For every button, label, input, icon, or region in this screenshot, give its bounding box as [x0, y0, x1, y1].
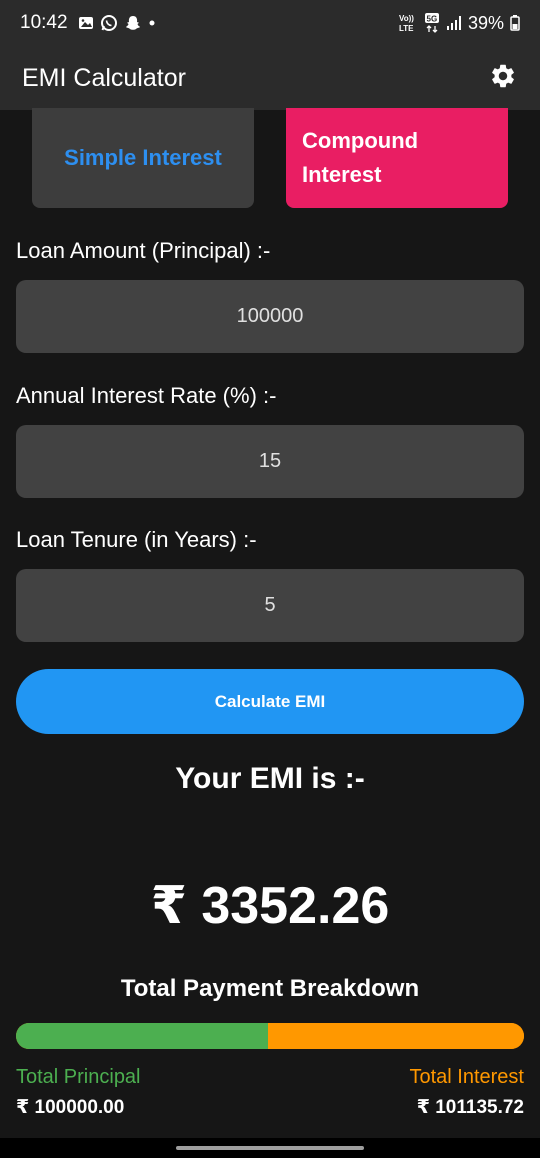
svg-text:LTE: LTE [399, 24, 414, 33]
tenure-input[interactable] [16, 569, 524, 642]
gallery-icon [78, 15, 94, 31]
simple-interest-label: Simple Interest [64, 145, 222, 170]
calculate-emi-button[interactable]: Calculate EMI [16, 669, 524, 734]
total-interest-amount: ₹ 101135.72 [416, 1097, 524, 1118]
volte-icon: Vo)) LTE [398, 12, 418, 34]
app-bar: EMI Calculator [0, 46, 540, 110]
compound-interest-button[interactable]: Compound Interest [286, 108, 508, 208]
total-principal-label: Total Principal [16, 1066, 141, 1088]
home-indicator[interactable] [176, 1146, 364, 1150]
payment-breakdown-bar [16, 1023, 524, 1049]
principal-input[interactable] [16, 280, 524, 353]
emi-value: ₹ 3352.26 [150, 877, 390, 935]
settings-button[interactable] [488, 63, 518, 93]
signal-icon [446, 15, 462, 31]
dot-icon [148, 19, 156, 27]
emi-heading: Your EMI is :- [175, 762, 365, 795]
emi-calculator-screen: 10:42 Vo)) LTE 5G 39% EMI Calculator Sim… [0, 0, 540, 1158]
simple-interest-button[interactable]: Simple Interest [32, 108, 254, 208]
snapchat-icon [124, 14, 142, 32]
status-bar: 10:42 Vo)) LTE 5G 39% [0, 0, 540, 46]
svg-text:5G: 5G [426, 15, 437, 24]
breakdown-title: Total Payment Breakdown [120, 975, 420, 1002]
tenure-label: Loan Tenure (in Years) :- [16, 527, 257, 552]
navigation-bar [0, 1138, 540, 1158]
total-principal-amount: ₹ 100000.00 [16, 1097, 125, 1118]
principal-label: Loan Amount (Principal) :- [16, 238, 271, 263]
status-right-group: Vo)) LTE 5G 39% [398, 12, 520, 34]
interest-bar-segment [268, 1023, 524, 1049]
whatsapp-icon [100, 14, 118, 32]
gear-icon [489, 62, 517, 95]
svg-text:Vo)): Vo)) [399, 14, 414, 23]
total-interest-label: Total Interest [409, 1066, 524, 1088]
battery-icon [510, 15, 520, 31]
principal-bar-segment [16, 1023, 269, 1049]
compound-interest-label: Compound Interest [302, 128, 419, 187]
interest-rate-input[interactable] [16, 425, 524, 498]
interest-rate-label: Annual Interest Rate (%) :- [16, 383, 277, 408]
battery-percentage: 39% [467, 12, 504, 33]
notification-icons [78, 14, 156, 32]
5g-icon: 5G [424, 12, 440, 34]
status-time: 10:42 [20, 12, 68, 33]
app-title: EMI Calculator [22, 63, 186, 92]
